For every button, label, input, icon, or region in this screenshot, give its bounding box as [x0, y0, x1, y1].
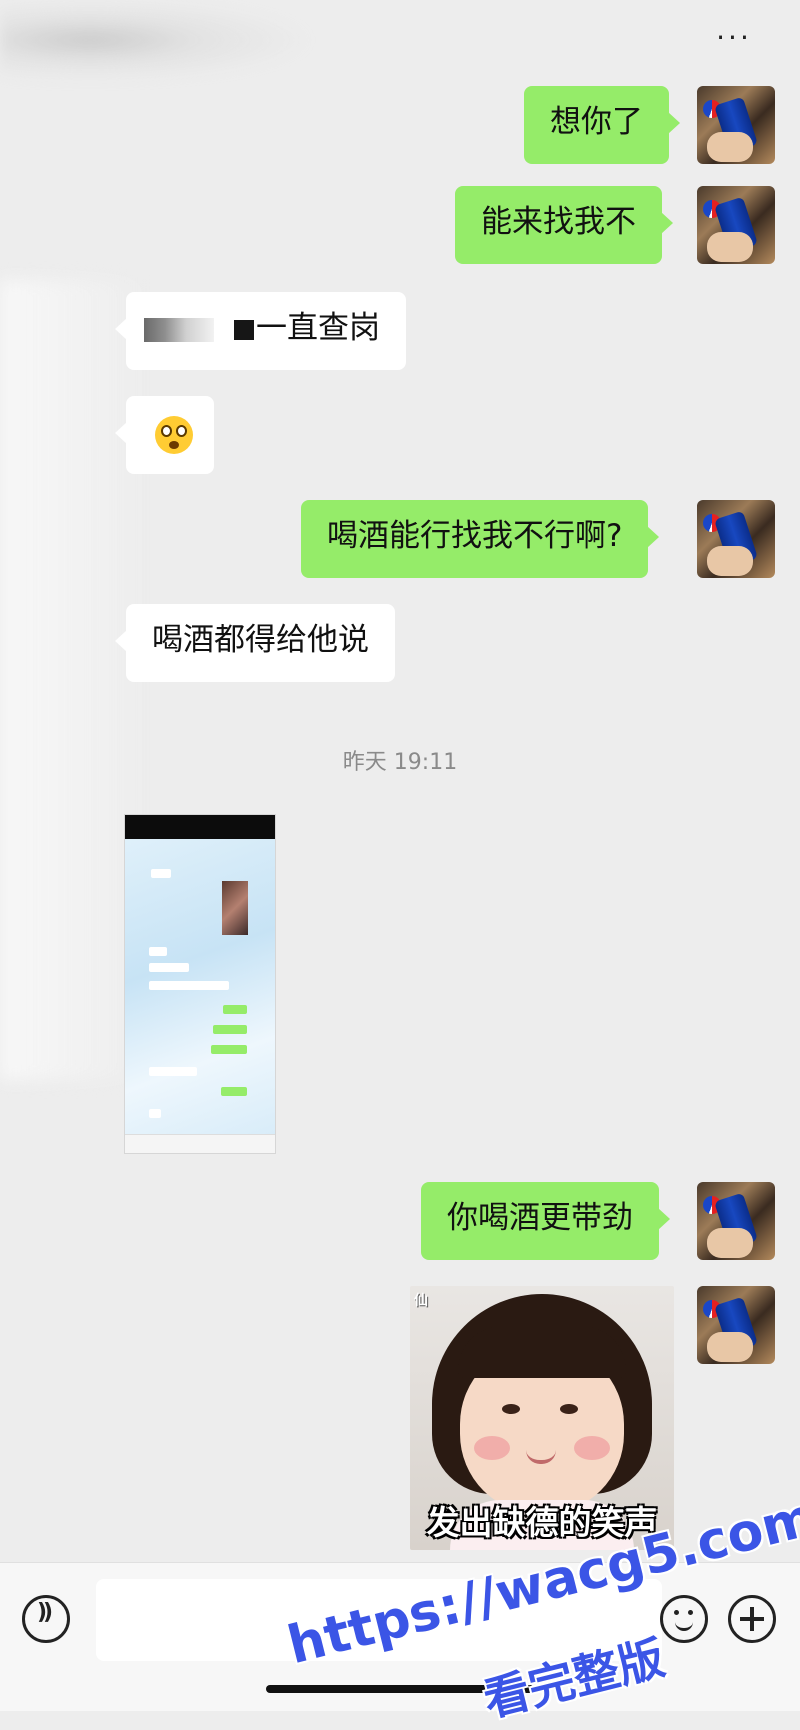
chat-header: ···	[0, 0, 800, 120]
redacted-char	[234, 319, 254, 340]
message-bubble-sent[interactable]: 想你了	[524, 86, 680, 164]
voice-input-icon[interactable]	[22, 1595, 70, 1643]
message-bubble-received[interactable]	[115, 396, 214, 474]
my-avatar[interactable]	[697, 86, 775, 164]
image-message[interactable]	[124, 814, 276, 1154]
more-actions-icon[interactable]	[728, 1595, 776, 1643]
emoji-icon[interactable]	[660, 1595, 708, 1643]
message-bubble-received[interactable]: 一直查岗	[115, 292, 406, 370]
my-avatar[interactable]	[697, 186, 775, 264]
message-text: 一直查岗	[256, 310, 380, 346]
blurred-title-region	[0, 0, 520, 120]
my-avatar[interactable]	[697, 1182, 775, 1260]
my-avatar[interactable]	[697, 500, 775, 578]
more-options-icon[interactable]: ···	[704, 18, 764, 62]
my-avatar[interactable]	[697, 1286, 775, 1364]
sticker-watermark: 仙	[414, 1293, 428, 1309]
message-bubble-sent[interactable]: 能来找我不	[455, 186, 673, 264]
message-timestamp: 昨天 19:11	[342, 750, 458, 775]
flushed-face-emoji-icon	[155, 416, 193, 454]
sticker-message[interactable]: 仙 发出缺德的笑声	[410, 1286, 674, 1550]
message-bubble-sent[interactable]: 喝酒能行找我不行啊?	[301, 500, 660, 578]
message-bubble-received[interactable]: 喝酒都得给他说	[115, 604, 395, 682]
redacted-name	[144, 317, 214, 342]
message-bubble-sent[interactable]: 你喝酒更带劲	[421, 1182, 670, 1260]
